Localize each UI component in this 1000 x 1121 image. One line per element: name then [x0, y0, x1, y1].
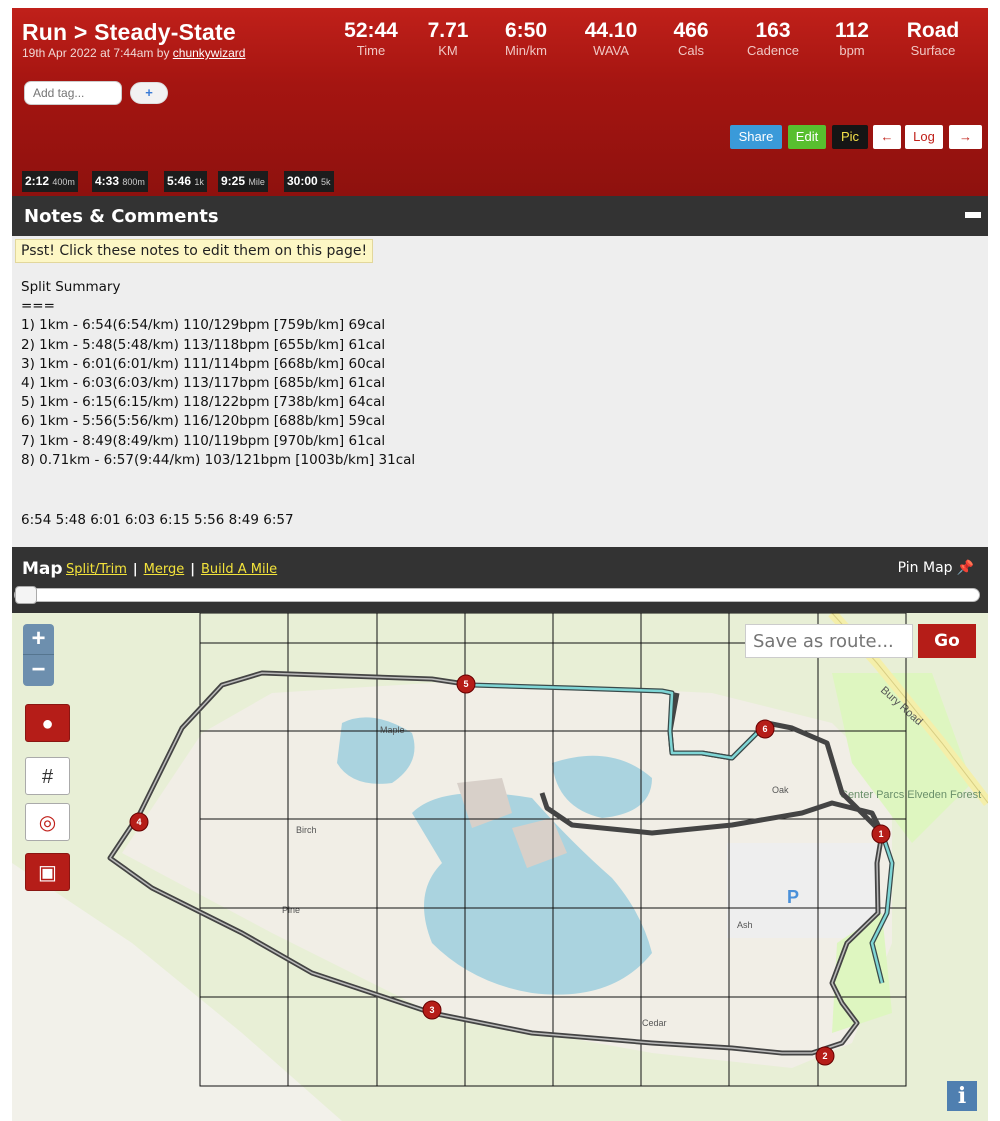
svg-text:2: 2: [822, 1051, 827, 1061]
link-separator: |: [190, 562, 195, 577]
street-label: Cedar: [642, 1018, 667, 1028]
pin-icon: 📌: [956, 560, 974, 576]
notes-header: Notes & Comments: [12, 196, 988, 236]
split-line: 8) 0.71km - 6:57(9:44/km) 103/121bpm [10…: [21, 451, 416, 468]
link-separator: |: [132, 562, 138, 577]
route-slider[interactable]: [14, 586, 980, 604]
build-a-mile-link[interactable]: Build A Mile: [201, 562, 277, 577]
pic-button[interactable]: Pic: [832, 125, 868, 149]
split-400m[interactable]: 2:12 400m: [22, 171, 78, 192]
split-line: 4) 1km - 6:03(6:03/km) 113/117bpm [685b/…: [21, 375, 386, 392]
merge-link[interactable]: Merge: [144, 562, 185, 577]
parking-label: P: [787, 887, 799, 907]
share-button[interactable]: Share: [730, 125, 782, 149]
notes-heading: Split Summary: [21, 279, 121, 295]
map-toolbar: Map Split/Trim | Merge | Build A Mile Pin Ma…: [12, 547, 988, 613]
poi-label: Center Parcs Elveden Forest: [840, 789, 981, 801]
edit-hint: Psst! Click these notes to edit them on …: [15, 239, 374, 263]
split-line: 2) 1km - 5:48(5:48/km) 113/118bpm [655b/…: [21, 336, 386, 353]
activity-date: 19th Apr 2022 at 7:44am by: [22, 46, 173, 60]
activity-subtitle: 19th Apr 2022 at 7:44am by chunkywizard: [22, 46, 245, 60]
map-links: Split/Trim | Merge | Build A Mile: [66, 562, 277, 577]
activity-title: Run > Steady-State: [22, 19, 236, 45]
km-marker-4[interactable]: 4: [129, 812, 149, 832]
pace-list: 6:54 5:48 6:01 6:03 6:15 5:56 8:49 6:57: [21, 512, 294, 528]
notes-divider: ===: [21, 298, 55, 315]
km-marker-6[interactable]: 6: [755, 719, 775, 739]
pin-map-label: Pin Map: [897, 560, 953, 576]
stat-surface: Road Surface: [906, 19, 960, 58]
zoom-out-button[interactable]: −: [23, 655, 54, 686]
km-marker-5[interactable]: 5: [456, 674, 476, 694]
svg-text:1: 1: [878, 829, 883, 839]
street-label: Birch: [296, 825, 317, 835]
split-line: 5) 1km - 6:15(6:15/km) 118/122bpm [738b/…: [21, 394, 386, 411]
map-canvas[interactable]: P Bury Road Center Parcs Elveden Forest …: [12, 613, 988, 1121]
km-marker-2[interactable]: 2: [815, 1046, 835, 1066]
grid-toggle-icon[interactable]: #: [25, 757, 70, 795]
split-line: 1) 1km - 6:54(6:54/km) 110/129bpm [759b/…: [21, 317, 386, 334]
pin-map-toggle[interactable]: Pin Map 📌: [898, 560, 974, 576]
split-800m[interactable]: 4:33 800m: [92, 171, 148, 192]
fullscreen-icon[interactable]: ▣: [25, 853, 70, 891]
street-label: Ash: [737, 920, 753, 930]
zoom-control: + −: [23, 624, 54, 686]
stat-heart-rate: 112 bpm: [835, 19, 869, 58]
zoom-in-button[interactable]: +: [23, 624, 54, 655]
stat-wava: 44.10 WAVA: [584, 19, 638, 58]
svg-text:6: 6: [762, 724, 767, 734]
svg-text:3: 3: [429, 1005, 434, 1015]
info-icon[interactable]: i: [947, 1081, 977, 1111]
map-title: Map: [22, 559, 63, 579]
stat-cadence: 163 Cadence: [746, 19, 800, 58]
author-link[interactable]: chunkywizard: [173, 46, 246, 60]
notes-title: Notes & Comments: [24, 206, 219, 227]
notes-body[interactable]: Psst! Click these notes to edit them on …: [12, 236, 988, 547]
add-tag-button[interactable]: +: [130, 82, 168, 104]
km-marker-1[interactable]: 1: [871, 824, 891, 844]
edit-button[interactable]: Edit: [788, 125, 826, 149]
split-line: 3) 1km - 6:01(6:01/km) 111/114bpm [668b/…: [21, 355, 386, 372]
split-5k[interactable]: 30:00 5k: [284, 171, 334, 192]
save-route-input[interactable]: [745, 624, 913, 658]
add-tag-input[interactable]: [24, 81, 122, 105]
notes-text[interactable]: Split Summary === 1) 1km - 6:54(6:54/km) 1…: [21, 278, 415, 470]
split-trim-link[interactable]: Split/Trim: [66, 562, 127, 577]
svg-text:5: 5: [463, 679, 468, 689]
save-route-go-button[interactable]: Go: [918, 624, 976, 658]
collapse-icon[interactable]: [965, 212, 981, 218]
previous-arrow-button[interactable]: ←: [873, 125, 901, 149]
km-markers-toggle-icon[interactable]: ●: [25, 704, 70, 742]
street-label: Pine: [282, 905, 300, 915]
km-marker-3[interactable]: 3: [422, 1000, 442, 1020]
route-map[interactable]: P Bury Road Center Parcs Elveden Forest …: [12, 613, 988, 1121]
street-label: Oak: [772, 785, 789, 795]
split-line: 6) 1km - 5:56(5:56/km) 116/120bpm [688b/…: [21, 413, 386, 430]
split-1k[interactable]: 5:46 1k: [164, 171, 207, 192]
stat-pace: 6:50 Min/km: [504, 19, 548, 58]
slider-handle[interactable]: [15, 586, 37, 604]
stat-calories: 466 Cals: [673, 19, 709, 58]
street-label: Maple: [380, 725, 405, 735]
stat-distance: 7.71 KM: [427, 19, 469, 58]
log-button[interactable]: Log: [905, 125, 943, 149]
split-line: 7) 1km - 8:49(8:49/km) 110/119bpm [970b/…: [21, 432, 386, 449]
svg-text:4: 4: [136, 817, 141, 827]
next-arrow-button[interactable]: →: [949, 125, 982, 149]
activity-header: Run > Steady-State 19th Apr 2022 at 7:44…: [12, 8, 988, 196]
lifebuoy-icon[interactable]: ◎: [25, 803, 70, 841]
split-mile[interactable]: 9:25 Mile: [218, 171, 268, 192]
